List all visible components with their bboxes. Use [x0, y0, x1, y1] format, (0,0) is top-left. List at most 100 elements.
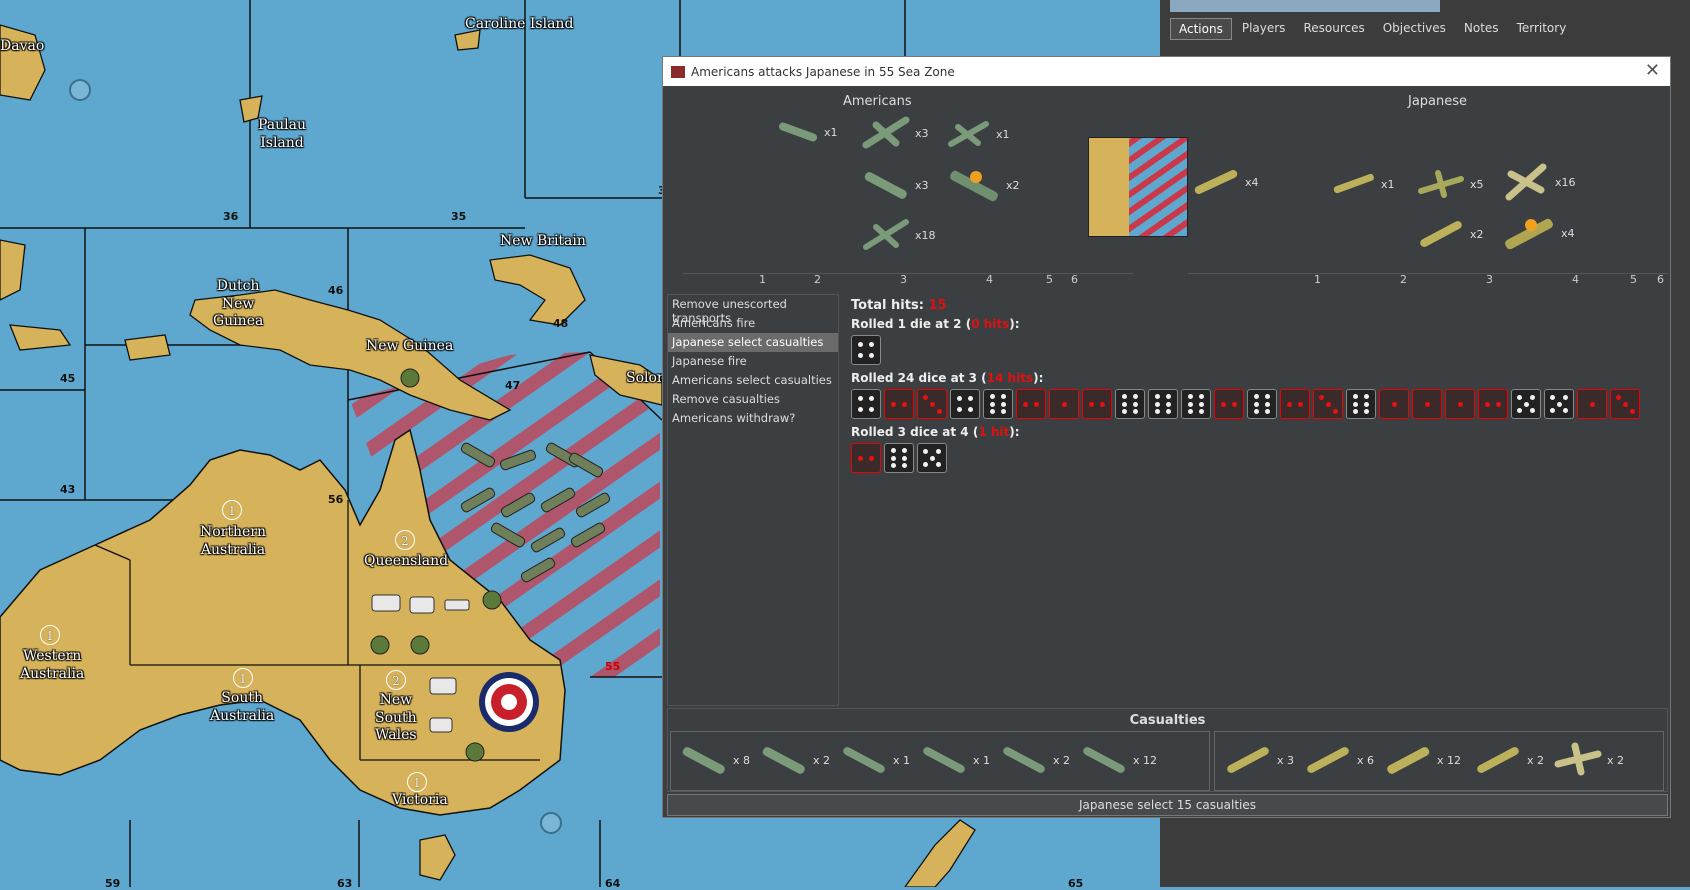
dialog-title-bar[interactable]: Americans attacks Japanese in 55 Sea Zon…: [663, 57, 1670, 86]
die-miss: [917, 443, 947, 473]
zone-number: 46: [328, 284, 344, 297]
step-item[interactable]: Remove unescorted transports: [668, 295, 838, 325]
die-miss: [1181, 389, 1211, 419]
casualty-unit[interactable]: x 1: [839, 742, 910, 778]
die-hit: [917, 389, 947, 419]
american-unit: x18: [861, 217, 936, 253]
casualty-unit[interactable]: x 2: [999, 742, 1070, 778]
factory-marker-icon: [69, 79, 91, 101]
map-label-victoria: Victoria: [392, 792, 448, 808]
map-label-solomon: Solon: [626, 370, 666, 386]
die-hit: [1280, 389, 1310, 419]
american-casualties: x 8 x 2 x 1 x 1 x 2 x 12: [670, 731, 1210, 791]
japanese-unit: x1: [1331, 172, 1395, 196]
casualty-unit[interactable]: x 2: [1553, 742, 1624, 778]
step-item-selected[interactable]: Japanese select casualties: [668, 333, 838, 352]
casualties-panel: Casualties x 8 x 2 x 1 x 1 x 2 x 12 x 3 …: [667, 708, 1668, 792]
step-item[interactable]: Americans select casualties: [668, 371, 838, 390]
casualty-unit[interactable]: x 1: [919, 742, 990, 778]
die-hit: [884, 389, 914, 419]
total-hits: Total hits: 15: [851, 298, 947, 313]
die-hit: [1379, 389, 1409, 419]
defender-title: Japanese: [1408, 94, 1468, 109]
roll-line-3: Rolled 3 dice at 4 (1 hit):: [851, 425, 1020, 439]
die-miss: [1247, 389, 1277, 419]
zone-number: 43: [60, 483, 76, 496]
map-label-queensland: Queensland: [364, 553, 449, 569]
minimap-strip[interactable]: [1170, 0, 1440, 12]
map-label-dutch-new-guinea: Dutch New Guinea: [213, 278, 264, 329]
zone-number: 63: [337, 877, 353, 890]
casualty-unit[interactable]: x 8: [679, 742, 750, 778]
zone-number: 64: [605, 877, 621, 890]
small-island-aru: [124, 334, 171, 361]
casualty-unit[interactable]: x 12: [1079, 742, 1157, 778]
ipc-value-northern-australia: 1: [222, 500, 242, 520]
casualty-unit[interactable]: x 2: [1473, 742, 1544, 778]
step-item[interactable]: Americans withdraw?: [668, 409, 838, 428]
roll-axis-label: 3: [1486, 273, 1493, 286]
casualty-unit[interactable]: x 12: [1383, 742, 1461, 778]
roll-axis-label: 4: [1572, 273, 1579, 286]
attacker-title: Americans: [843, 94, 912, 109]
zone-number: 65: [1068, 877, 1084, 890]
battle-steps-list: Remove unescorted transports Americans f…: [667, 294, 839, 706]
casualty-unit[interactable]: x 2: [759, 742, 830, 778]
die-miss: [1544, 389, 1574, 419]
die-hit: [1610, 389, 1640, 419]
casualty-unit[interactable]: x 3: [1223, 742, 1294, 778]
roll-axis-label: 6: [1071, 273, 1078, 286]
tab-notes[interactable]: Notes: [1456, 18, 1507, 40]
sea-zone-thumbnail: [1088, 137, 1188, 237]
american-unit: x1: [776, 122, 838, 142]
die-miss: [1511, 389, 1541, 419]
zone-number: 59: [105, 877, 121, 890]
american-unit: x2: [946, 167, 1020, 203]
die-hit: [1082, 389, 1112, 419]
die-hit: [1478, 389, 1508, 419]
step-item[interactable]: Americans fire: [668, 314, 838, 333]
die-hit: [1577, 389, 1607, 419]
zone-number: 45: [60, 372, 76, 385]
die-miss: [884, 443, 914, 473]
roll-line-1: Rolled 1 die at 2 (0 hits):: [851, 317, 1020, 331]
roll-axis-label: 6: [1657, 273, 1664, 286]
american-unit: x3: [861, 167, 929, 203]
american-unit: x3: [861, 115, 929, 151]
close-icon[interactable]: ✕: [1645, 60, 1660, 81]
japanese-unit: x4: [1501, 215, 1575, 251]
tab-players[interactable]: Players: [1234, 18, 1294, 40]
roll-axis-label: 1: [759, 273, 766, 286]
die-hit: [1445, 389, 1475, 419]
dialog-title: Americans attacks Japanese in 55 Sea Zon…: [691, 64, 955, 79]
tab-objectives[interactable]: Objectives: [1375, 18, 1454, 40]
zone-number: 35: [451, 210, 467, 223]
die-miss: [1346, 389, 1376, 419]
status-bar: Japanese select 15 casualties: [667, 794, 1668, 816]
die-miss: [851, 389, 881, 419]
die-miss: [851, 335, 881, 365]
japanese-unit: x4: [1191, 167, 1259, 197]
die-hit: [1313, 389, 1343, 419]
tab-resources[interactable]: Resources: [1295, 18, 1372, 40]
ipc-value-western-australia: 1: [40, 625, 60, 645]
roll-axis-label: 4: [986, 273, 993, 286]
dice-row-1: [851, 335, 1661, 365]
map-label-nsw: New South Wales: [375, 692, 417, 743]
zone-number-55: 55: [605, 660, 621, 673]
dice-results: Total hits: 15 Rolled 1 die at 2 (0 hits…: [851, 294, 1661, 479]
step-item[interactable]: Remove casualties: [668, 390, 838, 409]
australia-roundel-icon: [479, 672, 539, 732]
tab-territory[interactable]: Territory: [1509, 18, 1575, 40]
die-hit: [1412, 389, 1442, 419]
map-label-new-britain: New Britain: [500, 233, 586, 249]
tab-actions[interactable]: Actions: [1170, 18, 1232, 40]
map-label-paulau: Paulau Island: [258, 117, 306, 151]
ipc-value-queensland: 2: [395, 530, 415, 550]
map-label-northern-australia: Northern Australia: [200, 524, 267, 558]
die-miss: [950, 389, 980, 419]
step-item[interactable]: Japanese fire: [668, 352, 838, 371]
casualty-unit[interactable]: x 6: [1303, 742, 1374, 778]
factory-marker-icon: [540, 812, 562, 834]
map-label-new-guinea: New Guinea: [366, 338, 454, 354]
